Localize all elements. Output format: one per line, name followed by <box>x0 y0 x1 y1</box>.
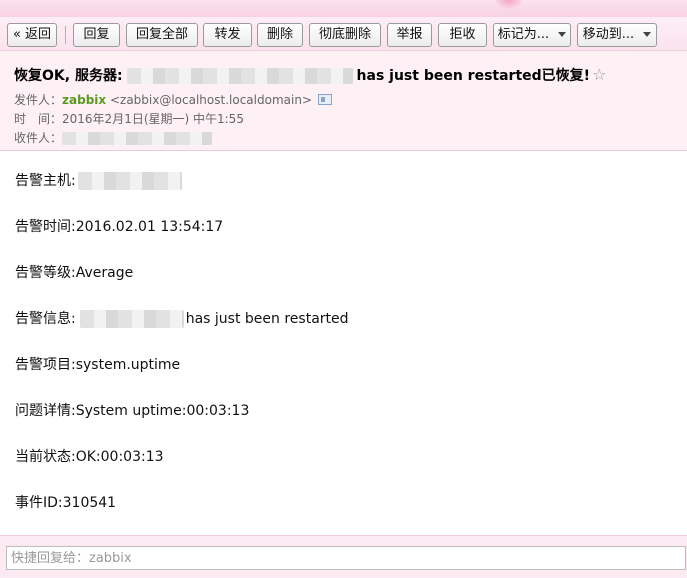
forward-button[interactable]: 转发 <box>203 23 252 47</box>
mail-subject: 恢复OK, 服务器: has just been restarted已恢复! ☆ <box>14 65 606 85</box>
alert-host-line: 告警主机: <box>15 170 182 190</box>
delete-button[interactable]: 删除 <box>257 23 303 47</box>
contact-card-icon[interactable] <box>317 94 332 105</box>
alert-severity-line: 告警等级:Average <box>15 265 134 281</box>
alert-event-line: 事件ID:310541 <box>15 495 117 511</box>
recipient-row: 收件人： <box>14 129 213 146</box>
alert-info-suffix: has just been restarted <box>185 311 349 327</box>
flower-decoration <box>496 0 522 9</box>
reply-button[interactable]: 回复 <box>73 23 120 47</box>
alert-detail-line: 问题详情:System uptime:00:03:13 <box>15 403 250 419</box>
move-to-dropdown[interactable]: 移动到... <box>577 23 657 47</box>
alert-host-label: 告警主机: <box>15 173 76 189</box>
alert-item-line: 告警项目:system.uptime <box>15 357 181 373</box>
redacted-recipient <box>62 132 213 145</box>
redacted-server-name <box>126 68 353 84</box>
to-label: 收件人： <box>14 131 63 145</box>
sender-name[interactable]: zabbix <box>62 93 106 107</box>
top-decoration <box>0 0 687 17</box>
sender-row: 发件人：zabbix <zabbix@localhost.localdomain… <box>14 91 332 108</box>
redacted-info-host <box>79 310 184 328</box>
from-label: 发件人： <box>14 93 63 107</box>
chevron-down-icon <box>558 32 567 37</box>
toolbar-divider <box>65 26 66 44</box>
quick-reply-input[interactable] <box>6 546 686 570</box>
subject-prefix: 恢复OK, 服务器: <box>14 68 123 84</box>
back-button[interactable]: « 返回 <box>7 23 57 47</box>
mark-as-label: 标记为... <box>497 27 550 42</box>
mail-toolbar: « 返回 回复 回复全部 转发 删除 彻底删除 举报 拒收 标记为... 移动到… <box>0 17 687 51</box>
report-button[interactable]: 举报 <box>387 23 432 47</box>
sender-email: <zabbix@localhost.localdomain> <box>109 93 312 107</box>
alert-status-line: 当前状态:OK:00:03:13 <box>15 449 164 465</box>
alert-info-line: 告警信息: has just been restarted <box>15 308 349 328</box>
alert-info-label: 告警信息: <box>15 311 76 327</box>
subject-suffix: has just been restarted已恢复! <box>356 68 591 84</box>
quick-reply-bar <box>0 535 687 578</box>
alert-time-line: 告警时间:2016.02.01 13:54:17 <box>15 219 224 235</box>
move-to-label: 移动到... <box>582 27 635 42</box>
reply-all-button[interactable]: 回复全部 <box>126 23 198 47</box>
mark-as-dropdown[interactable]: 标记为... <box>493 23 571 47</box>
chevron-down-icon <box>643 32 652 37</box>
redacted-host <box>77 172 182 190</box>
delete-permanent-button[interactable]: 彻底删除 <box>309 23 381 47</box>
time-row: 时 间：2016年2月1日(星期一) 中午1:55 <box>14 110 244 127</box>
time-value: 2016年2月1日(星期一) 中午1:55 <box>62 112 244 126</box>
time-label: 时 间： <box>14 112 63 126</box>
mail-header: 恢复OK, 服务器: has just been restarted已恢复! ☆ 发… <box>0 51 687 151</box>
star-icon[interactable]: ☆ <box>592 65 606 84</box>
reject-button[interactable]: 拒收 <box>438 23 487 47</box>
